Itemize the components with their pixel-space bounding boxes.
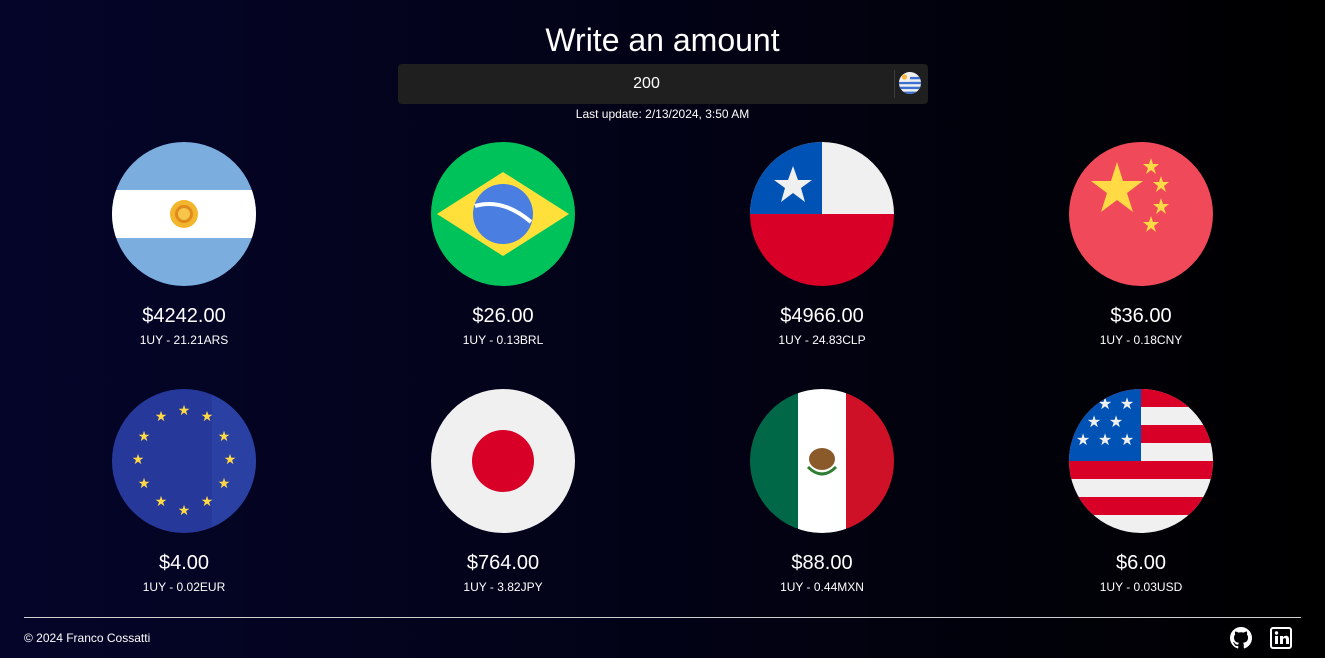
japan-flag-icon (431, 389, 575, 533)
converted-value: $6.00 (1115, 552, 1167, 574)
currency-card-usd: ★ ★ ★ ★ ★ ★ ★ ★ $6.00 1UY - 0.03USD (1041, 389, 1241, 595)
chile-flag-icon (750, 142, 894, 286)
european-union-flag-icon: ★ ★ ★ ★ ★ ★ ★ ★ ★ ★ ★ ★ (112, 389, 256, 533)
svg-text:★: ★ (218, 429, 231, 445)
svg-text:★: ★ (1120, 430, 1134, 449)
exchange-rate: 1UY - 21.21ARS (139, 333, 229, 347)
github-icon[interactable] (1230, 627, 1252, 649)
copyright: © 2024 Franco Cossatti (24, 631, 151, 645)
amount-box (398, 64, 928, 104)
converted-value: $36.00 (1110, 305, 1172, 327)
brazil-flag-icon (431, 142, 575, 286)
amount-divider (894, 70, 895, 98)
currency-card-mxn: $88.00 1UY - 0.44MXN (722, 389, 922, 595)
exchange-rate: 1UY - 24.83CLP (778, 333, 866, 347)
svg-text:★: ★ (1087, 412, 1101, 431)
svg-text:★: ★ (132, 452, 145, 468)
currency-card-clp: $4966.00 1UY - 24.83CLP (722, 142, 922, 348)
currency-card-eur: ★ ★ ★ ★ ★ ★ ★ ★ ★ ★ ★ ★ $4.00 1UY - 0.02… (84, 389, 284, 595)
china-flag-icon (1069, 142, 1213, 286)
svg-text:★: ★ (178, 503, 191, 519)
currency-card-brl: $26.00 1UY - 0.13BRL (403, 142, 603, 348)
svg-text:★: ★ (218, 476, 231, 492)
exchange-rate: 1UY - 0.13BRL (462, 333, 544, 347)
svg-text:★: ★ (138, 476, 151, 492)
svg-text:★: ★ (1120, 394, 1134, 413)
page-title: Write an amount (545, 22, 780, 58)
exchange-rate: 1UY - 0.03USD (1099, 580, 1183, 594)
svg-text:★: ★ (201, 494, 214, 510)
usa-flag-icon: ★ ★ ★ ★ ★ ★ ★ ★ (1069, 389, 1213, 533)
argentina-flag-icon (112, 142, 256, 286)
linkedin-icon[interactable] (1270, 627, 1292, 649)
currency-card-jpy: $764.00 1UY - 3.82JPY (403, 389, 603, 595)
svg-text:★: ★ (1076, 394, 1090, 413)
svg-text:★: ★ (1098, 394, 1112, 413)
converted-value: $4242.00 (142, 305, 226, 327)
svg-text:★: ★ (155, 494, 168, 510)
exchange-rate: 1UY - 0.18CNY (1099, 333, 1183, 347)
converted-value: $26.00 (472, 305, 534, 327)
svg-text:★: ★ (1109, 412, 1123, 431)
converted-value: $88.00 (791, 552, 853, 574)
footer-divider (24, 617, 1301, 618)
uruguay-flag-icon[interactable] (899, 72, 921, 94)
svg-text:★: ★ (224, 452, 237, 468)
amount-input[interactable] (398, 64, 895, 104)
svg-text:★: ★ (155, 409, 168, 425)
svg-text:★: ★ (138, 429, 151, 445)
mexico-flag-icon (750, 389, 894, 533)
converted-value: $4966.00 (780, 305, 864, 327)
currency-card-ars: $4242.00 1UY - 21.21ARS (84, 142, 284, 348)
exchange-rate: 1UY - 3.82JPY (463, 580, 543, 594)
exchange-rate: 1UY - 0.44MXN (780, 580, 864, 594)
exchange-rate: 1UY - 0.02EUR (142, 580, 226, 594)
converted-value: $4.00 (158, 552, 210, 574)
last-update: Last update: 2/13/2024, 3:50 AM (575, 107, 750, 121)
svg-text:★: ★ (1076, 430, 1090, 449)
svg-text:★: ★ (1098, 430, 1112, 449)
converted-value: $764.00 (466, 552, 540, 574)
currency-card-cny: $36.00 1UY - 0.18CNY (1041, 142, 1241, 348)
svg-text:★: ★ (178, 403, 191, 419)
svg-text:★: ★ (201, 409, 214, 425)
